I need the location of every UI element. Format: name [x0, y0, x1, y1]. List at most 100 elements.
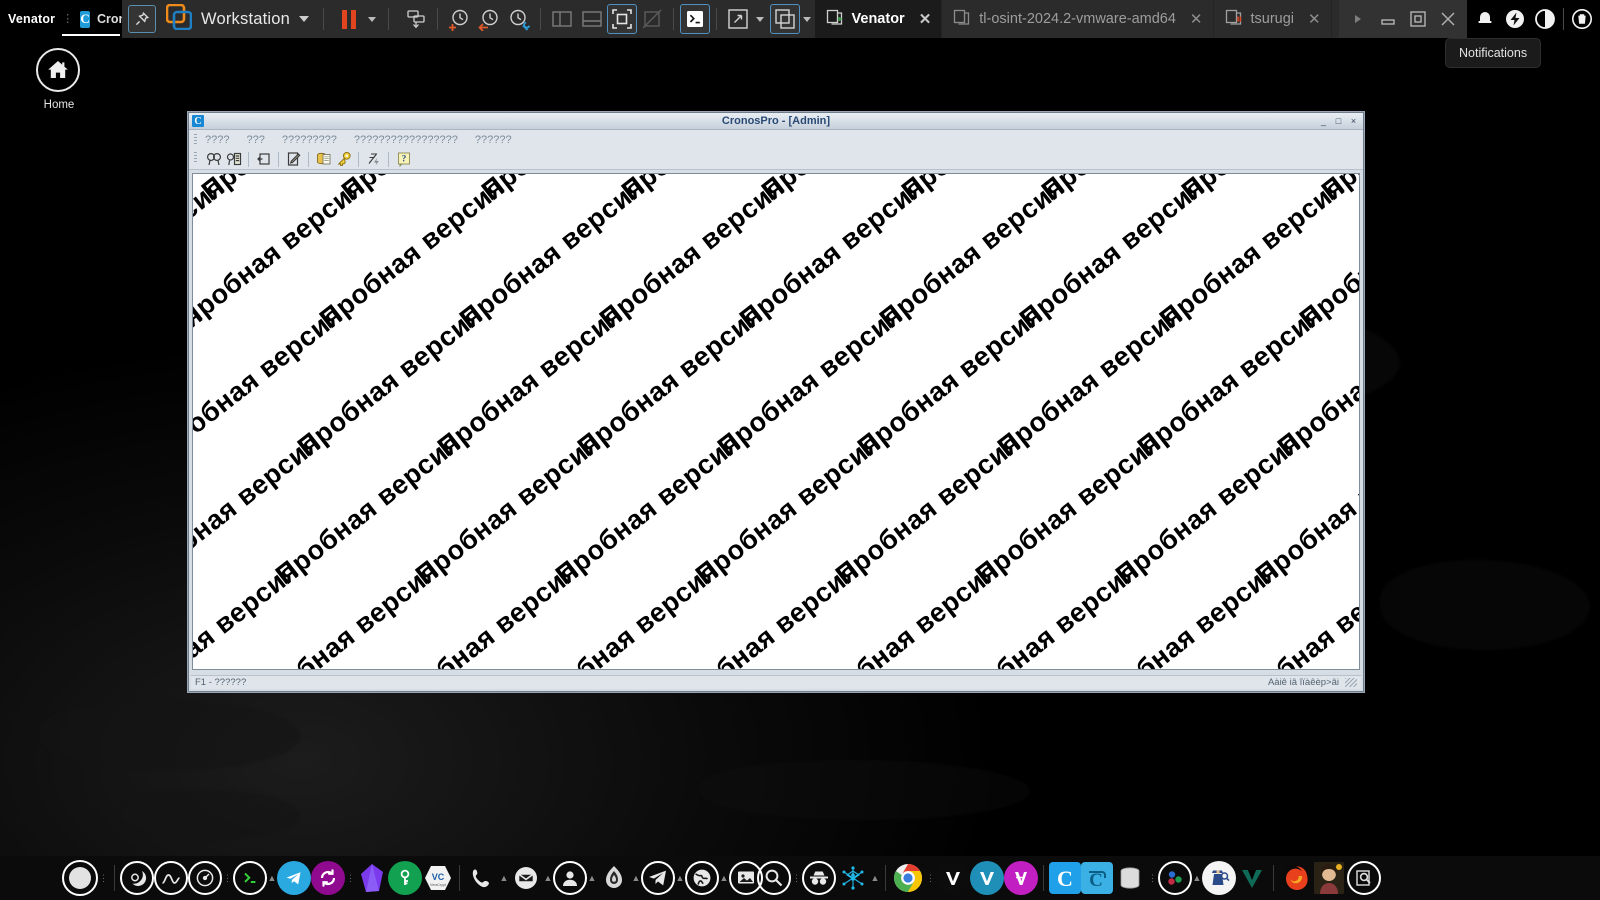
close-icon[interactable] — [1433, 4, 1463, 34]
database-icon[interactable] — [315, 151, 332, 168]
unity-mode-icon[interactable] — [770, 4, 800, 34]
gauge-icon[interactable] — [188, 861, 222, 895]
chevron-down-icon[interactable] — [368, 17, 376, 22]
app-tabstrip[interactable]: Venator ⋮ C Cronos — [0, 0, 122, 38]
chevron-down-icon[interactable] — [803, 17, 811, 22]
minimize-icon[interactable] — [1373, 4, 1403, 34]
whonix-icon[interactable] — [120, 861, 154, 895]
dock-grip-icon[interactable]: ⋮ — [1147, 876, 1158, 881]
toolbar-grip-icon[interactable] — [194, 152, 197, 163]
chevron-up-icon[interactable]: ▲ — [499, 873, 509, 883]
menu-item-0[interactable]: ???? — [205, 134, 229, 146]
firefox-icon[interactable] — [1279, 861, 1313, 895]
pause-vm-button[interactable] — [330, 0, 376, 38]
dock-grip-icon[interactable]: ⋮ — [98, 876, 109, 881]
person-icon[interactable] — [553, 861, 587, 895]
power-icon[interactable] — [1500, 4, 1530, 34]
hide-console-view-icon[interactable] — [637, 4, 667, 34]
terminal-icon[interactable] — [680, 4, 710, 34]
restore-icon[interactable] — [1403, 4, 1433, 34]
cronospro-titlebar[interactable]: C CronosPro - [Admin] _ □ × — [189, 113, 1363, 130]
trash-icon[interactable] — [1567, 4, 1597, 34]
help-icon[interactable]: ? — [395, 151, 412, 168]
vm-tab-venator[interactable]: Venator ✕ — [815, 0, 943, 38]
v-magenta-icon[interactable] — [1004, 861, 1038, 895]
chevron-up-icon[interactable]: ▲ — [587, 873, 597, 883]
sync-icon[interactable] — [311, 861, 345, 895]
phone-icon[interactable] — [465, 861, 499, 895]
menu-item-3[interactable]: ????????????????? — [354, 134, 458, 146]
notifications-bell-icon[interactable] — [1470, 4, 1500, 34]
snapshot-revert-icon[interactable] — [474, 4, 504, 34]
status-left-text: F1 - ?????? — [195, 677, 246, 688]
menu-item-1[interactable]: ??? — [246, 134, 264, 146]
maltego-icon[interactable] — [1236, 862, 1268, 894]
export-icon[interactable] — [255, 151, 272, 168]
send-ctrl-alt-del-icon[interactable] — [401, 4, 431, 34]
show-library-icon[interactable] — [547, 4, 577, 34]
cronos-c-icon[interactable]: C — [1049, 862, 1081, 894]
paper-plane-icon[interactable] — [641, 861, 675, 895]
chevron-right-icon[interactable] — [1343, 4, 1373, 34]
home-icon[interactable] — [36, 48, 80, 92]
vmware-product-menu[interactable]: Workstation — [166, 0, 309, 38]
dock-grip-icon[interactable]: ⋮ — [345, 876, 356, 881]
show-thumbnail-bar-icon[interactable] — [577, 4, 607, 34]
chevron-up-icon[interactable]: ▲ — [1192, 873, 1202, 883]
obsidian-icon[interactable] — [356, 862, 388, 894]
magnifier-icon[interactable] — [1347, 861, 1381, 895]
chevron-down-icon[interactable] — [299, 16, 309, 22]
envelope-icon[interactable] — [509, 861, 543, 895]
incognito-icon[interactable] — [802, 861, 836, 895]
chevron-up-icon[interactable]: ▲ — [631, 873, 641, 883]
show-console-view-icon[interactable] — [607, 4, 637, 34]
close-icon[interactable]: ✕ — [1308, 10, 1321, 28]
terminal-icon[interactable] — [233, 861, 267, 895]
dock-grip-icon[interactable]: ⋮ — [791, 876, 802, 881]
v-blue-icon[interactable] — [970, 861, 1004, 895]
chevron-up-icon[interactable]: ▲ — [870, 873, 880, 883]
telegram-icon[interactable] — [277, 861, 311, 895]
resize-grip-icon[interactable] — [1345, 678, 1357, 687]
snapshot-manager-icon[interactable] — [504, 4, 534, 34]
portrait-icon[interactable] — [1313, 862, 1345, 894]
v-dark-icon[interactable] — [936, 861, 970, 895]
chevron-up-icon[interactable]: ▲ — [675, 873, 685, 883]
database-stack-icon[interactable] — [1113, 861, 1147, 895]
chrome-icon[interactable] — [891, 861, 925, 895]
tor-onion-icon[interactable] — [597, 861, 631, 895]
start-orb-icon[interactable] — [62, 860, 98, 896]
menu-item-4[interactable]: ?????? — [475, 134, 512, 146]
search-next-icon[interactable] — [225, 151, 242, 168]
search-icon[interactable] — [205, 151, 222, 168]
chevron-up-icon[interactable]: ▲ — [719, 873, 729, 883]
chevron-up-icon[interactable]: ▲ — [543, 873, 553, 883]
tails-icon[interactable] — [154, 861, 188, 895]
card-search-icon[interactable] — [757, 861, 791, 895]
fullscreen-icon[interactable] — [723, 4, 753, 34]
edit-document-icon[interactable] — [285, 151, 302, 168]
menu-item-2[interactable]: ????????? — [282, 134, 337, 146]
veracrypt-icon[interactable]: VC VeraCrypt — [422, 862, 454, 894]
lightning-icon[interactable] — [365, 151, 382, 168]
key-circle-icon[interactable] — [388, 861, 422, 895]
close-icon[interactable]: ✕ — [1190, 10, 1203, 28]
dock-grip-icon[interactable]: ⋮ — [925, 876, 936, 881]
dock-grip-icon[interactable]: ⋮ — [222, 876, 233, 881]
close-icon[interactable]: ✕ — [919, 10, 932, 28]
globe-icon[interactable] — [685, 861, 719, 895]
key-icon[interactable] — [335, 151, 352, 168]
chevron-down-icon[interactable] — [756, 17, 764, 22]
color-dots-icon[interactable] — [1158, 861, 1192, 895]
menubar-grip-icon[interactable] — [194, 134, 197, 145]
vm-tab-tsurugi[interactable]: tsurugi ✕ — [1214, 0, 1332, 38]
snapshot-take-icon[interactable] — [444, 4, 474, 34]
vm-tab-tl-osint[interactable]: tl-osint-2024.2-vmware-amd64 ✕ — [942, 0, 1213, 38]
detective-icon[interactable] — [1202, 861, 1236, 895]
pushpin-icon[interactable] — [128, 5, 156, 33]
chevron-up-icon[interactable]: ▲ — [267, 873, 277, 883]
neural-net-icon[interactable] — [836, 861, 870, 895]
contrast-icon[interactable] — [1530, 4, 1560, 34]
home-launcher[interactable]: Home — [36, 48, 82, 111]
cronos-informer-icon[interactable]: C — [1081, 862, 1113, 894]
